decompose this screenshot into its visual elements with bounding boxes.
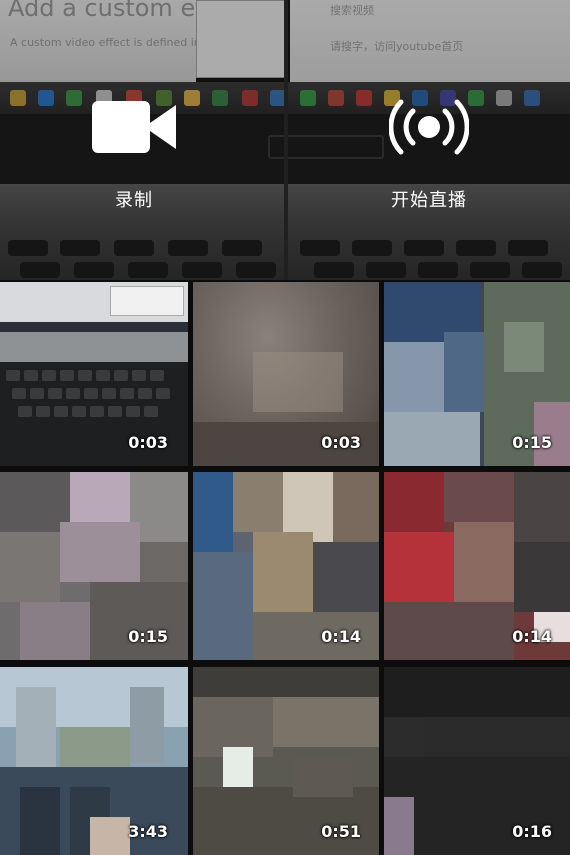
- video-duration: 3:43: [128, 822, 168, 841]
- video-thumbnail[interactable]: 0:16: [384, 667, 570, 855]
- video-duration: 0:03: [321, 433, 361, 452]
- video-duration: 0:15: [128, 627, 168, 646]
- video-duration: 0:51: [321, 822, 361, 841]
- video-duration: 0:15: [512, 433, 552, 452]
- preview-divider: [284, 0, 288, 280]
- camera-preview: Add a custom effect t A custom video eff…: [0, 0, 570, 280]
- live-broadcast-icon: [389, 99, 469, 155]
- video-duration: 0:03: [128, 433, 168, 452]
- video-duration: 0:14: [512, 627, 552, 646]
- record-label: 录制: [115, 190, 153, 211]
- video-duration: 0:16: [512, 822, 552, 841]
- video-gallery: 0:03 0:03 0:15 0:15 0:14 0:14 3:43 0:51 …: [0, 282, 570, 855]
- record-button[interactable]: 录制: [34, 90, 234, 212]
- video-thumbnail[interactable]: 0:03: [0, 282, 188, 466]
- video-thumbnail[interactable]: 0:03: [193, 282, 379, 466]
- video-thumbnail[interactable]: 0:15: [384, 282, 570, 466]
- video-camera-icon: [92, 101, 176, 153]
- video-thumbnail[interactable]: 0:14: [193, 472, 379, 660]
- video-thumbnail[interactable]: 0:14: [384, 472, 570, 660]
- video-thumbnail[interactable]: 3:43: [0, 667, 188, 855]
- video-thumbnail[interactable]: 0:15: [0, 472, 188, 660]
- start-live-label: 开始直播: [391, 190, 467, 211]
- video-thumbnail[interactable]: 0:51: [193, 667, 379, 855]
- video-duration: 0:14: [321, 627, 361, 646]
- start-live-button[interactable]: 开始直播: [329, 90, 529, 212]
